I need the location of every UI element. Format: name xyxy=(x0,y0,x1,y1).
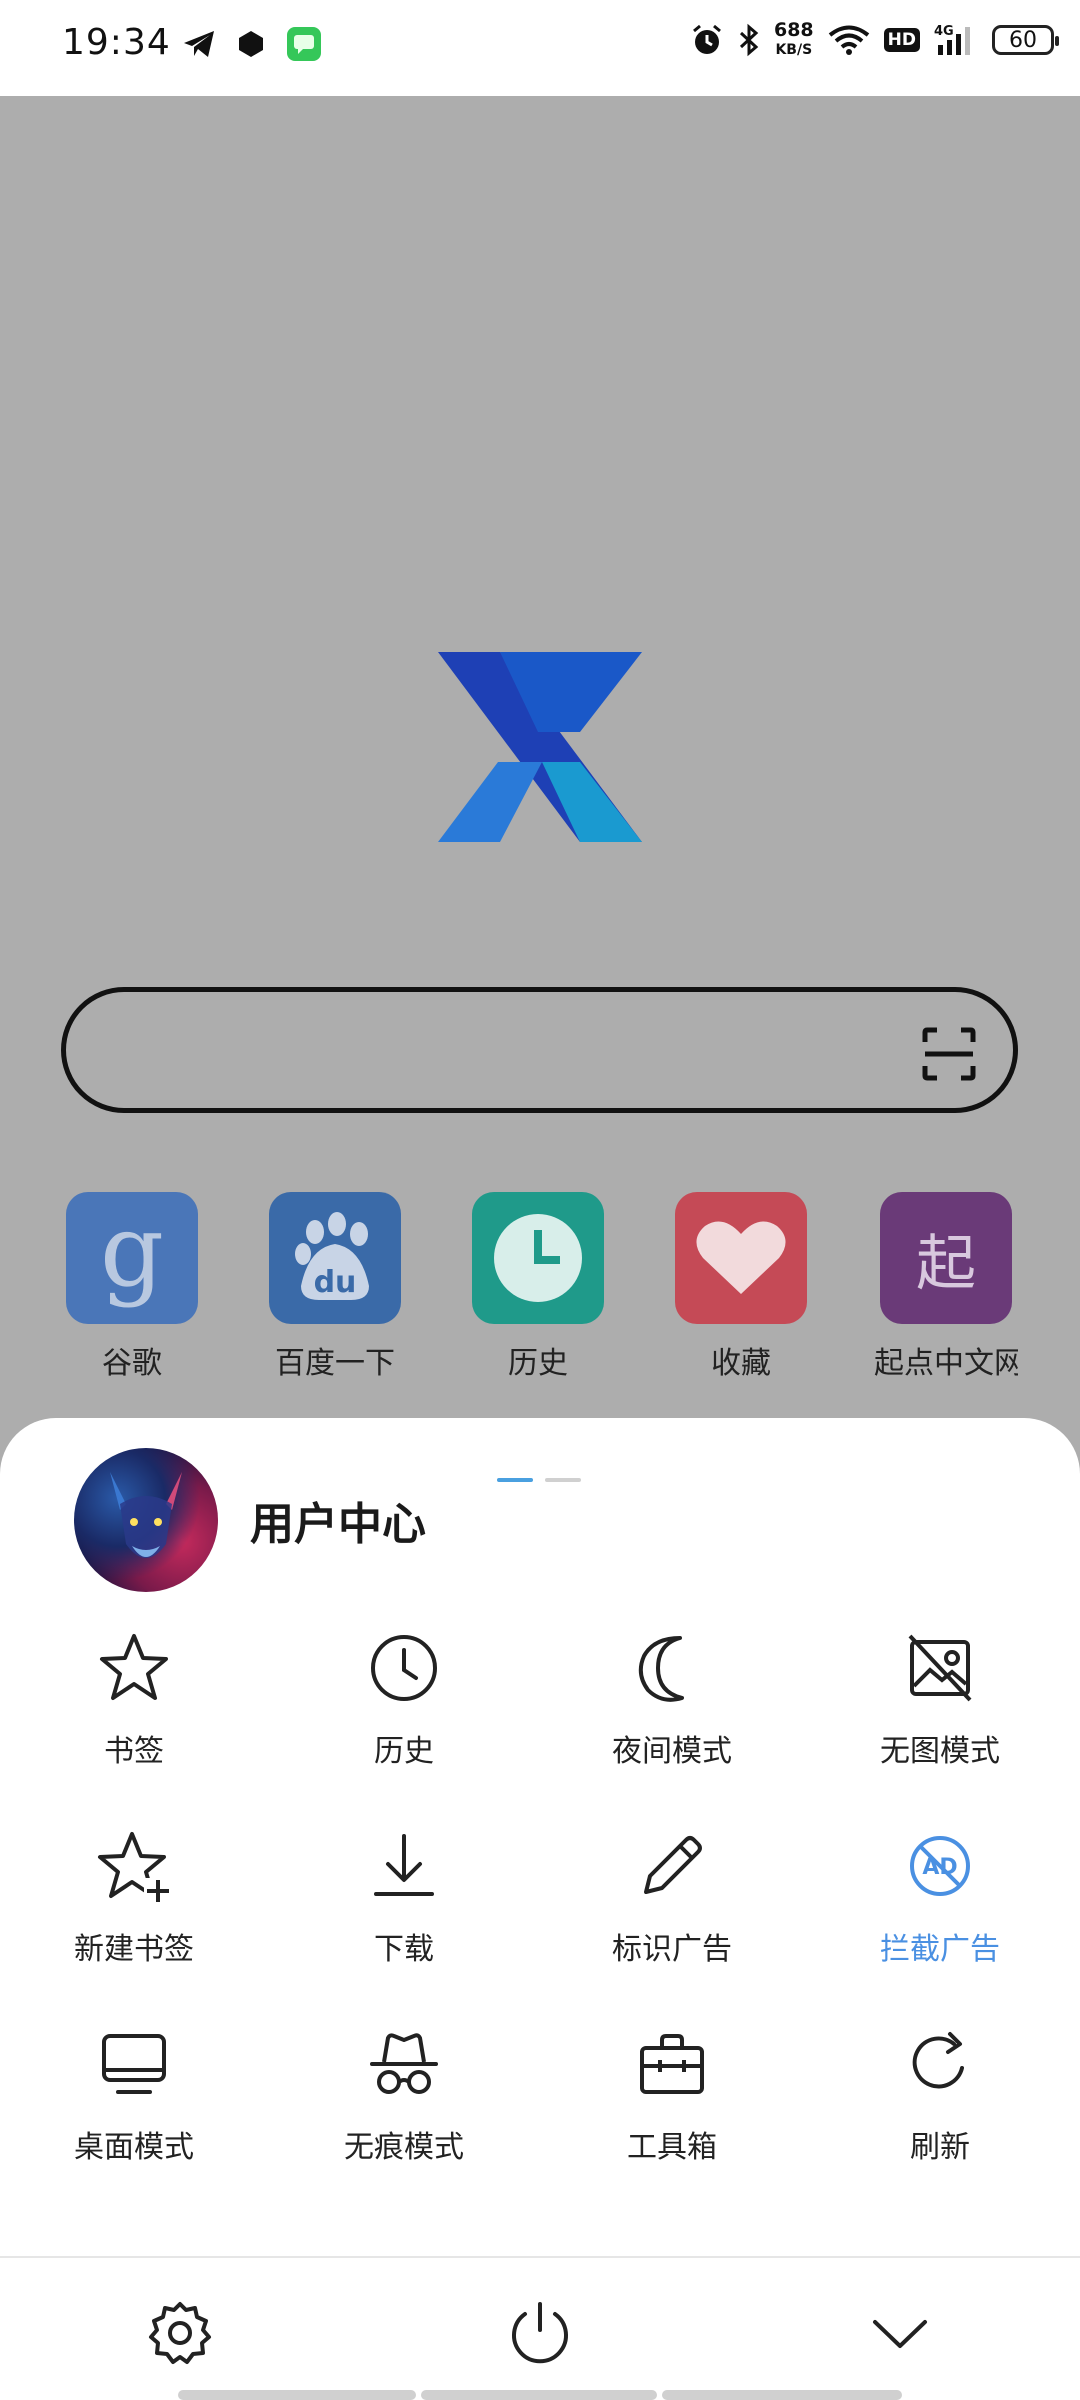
gesture-bar-segment xyxy=(178,2390,416,2400)
shortcut-label: 谷歌 xyxy=(102,1346,162,1381)
clock-icon xyxy=(472,1192,604,1324)
bluetooth-icon xyxy=(739,23,759,57)
chevron-down-icon[interactable] xyxy=(865,2298,935,2368)
telegram-icon xyxy=(184,31,214,57)
shortcut-label: 历史 xyxy=(508,1346,568,1381)
network-speed: 688 KB/S xyxy=(774,20,814,60)
status-bar: 19:34 688 KB/S HD 4G 60 xyxy=(0,0,1080,96)
download-icon xyxy=(374,1834,434,1896)
baidu-paw-icon: du xyxy=(269,1192,401,1324)
svg-text:4G: 4G xyxy=(934,24,954,39)
incognito-icon xyxy=(370,2033,438,2094)
shortcut-history[interactable]: 历史 xyxy=(468,1192,608,1382)
scan-icon[interactable] xyxy=(921,1026,977,1082)
menu-download[interactable]: 下载 xyxy=(270,1826,538,1968)
shortcut-favorites[interactable]: 收藏 xyxy=(671,1192,811,1382)
user-center-title[interactable]: 用户中心 xyxy=(250,1488,426,1552)
google-icon: g xyxy=(66,1192,198,1324)
status-left-icons xyxy=(182,26,322,62)
status-right-icons: 688 KB/S HD 4G 60 xyxy=(690,20,1059,60)
power-icon[interactable] xyxy=(505,2298,575,2368)
menu-label: 刷新 xyxy=(910,2130,970,2165)
shortcut-label: 百度一下 xyxy=(275,1346,395,1381)
qidian-logo-icon: 起 xyxy=(880,1192,1012,1324)
heart-icon xyxy=(675,1192,807,1324)
hd-voice-badge: HD xyxy=(883,28,920,52)
cellular-signal-icon: 4G xyxy=(934,24,970,55)
menu-no-image-mode[interactable]: 无图模式 xyxy=(806,1628,1074,1770)
menu-label: 书签 xyxy=(104,1734,164,1769)
no-image-icon xyxy=(908,1634,972,1702)
search-input[interactable] xyxy=(61,987,1018,1113)
shortcut-google[interactable]: g 谷歌 xyxy=(62,1192,202,1382)
shortcut-label: 收藏 xyxy=(711,1346,771,1381)
wolf-avatar-icon xyxy=(110,1472,182,1558)
browser-logo-icon xyxy=(438,652,642,842)
menu-label: 新建书签 xyxy=(74,1932,194,1967)
shortcut-baidu[interactable]: du 百度一下 xyxy=(265,1192,405,1382)
hexagon-app-icon xyxy=(239,31,263,57)
menu-refresh[interactable]: 刷新 xyxy=(806,2024,1074,2166)
menu-night-mode[interactable]: 夜间模式 xyxy=(538,1628,806,1770)
toolbox-icon xyxy=(640,2034,704,2094)
menu-history[interactable]: 历史 xyxy=(270,1628,538,1770)
menu-label: 桌面模式 xyxy=(74,2130,194,2165)
clock-icon xyxy=(371,1635,437,1701)
menu-toolbox[interactable]: 工具箱 xyxy=(538,2024,806,2166)
network-speed-unit: KB/S xyxy=(775,42,813,58)
gesture-bar-segment xyxy=(662,2390,902,2400)
desktop-icon xyxy=(102,2034,166,2094)
menu-label: 夜间模式 xyxy=(612,1734,732,1769)
menu-desktop-mode[interactable]: 桌面模式 xyxy=(0,2024,268,2166)
battery-level: 60 xyxy=(1009,27,1037,53)
menu-label: 无痕模式 xyxy=(344,2130,464,2165)
bottom-toolbar xyxy=(0,2256,1080,2400)
svg-text:du: du xyxy=(314,1265,357,1300)
wifi-icon xyxy=(828,25,869,55)
menu-label: 工具箱 xyxy=(627,2130,717,2165)
page-indicator-active xyxy=(497,1478,533,1482)
refresh-icon xyxy=(912,2032,964,2089)
page-indicator-inactive xyxy=(545,1478,581,1482)
menu-new-bookmark[interactable]: 新建书签 xyxy=(0,1826,268,1968)
messages-app-icon xyxy=(287,27,321,61)
star-icon xyxy=(100,1634,168,1700)
gesture-bar-segment xyxy=(421,2390,657,2400)
network-speed-value: 688 xyxy=(773,19,814,41)
menu-label: 无图模式 xyxy=(880,1734,1000,1769)
battery-indicator: 60 xyxy=(992,25,1059,55)
moon-icon xyxy=(638,1636,684,1702)
shortcut-label: 起点中文网 xyxy=(874,1346,1018,1381)
pencil-icon xyxy=(644,1836,702,1894)
ad-block-icon: AD xyxy=(910,1836,970,1896)
alarm-icon xyxy=(693,24,721,54)
menu-block-ads[interactable]: AD 拦截广告 xyxy=(806,1826,1074,1968)
menu-sheet: 用户中心 书签 历史 夜间模式 无图模式 新建书签 下载 标识广告 拦截广告 桌… xyxy=(0,1418,1080,2400)
qidian-glyph: 起 xyxy=(916,1228,976,1299)
status-time: 19:34 xyxy=(62,22,171,63)
shortcut-row: g 谷歌 du 百度一下 历史 收藏 起 起点中文网 xyxy=(0,1192,1080,1392)
menu-bookmarks[interactable]: 书签 xyxy=(0,1628,268,1770)
star-plus-icon xyxy=(98,1832,172,1906)
menu-label: 拦截广告 xyxy=(880,1932,1000,1967)
shortcut-qidian[interactable]: 起 起点中文网 xyxy=(874,1192,1018,1382)
menu-label: 标识广告 xyxy=(612,1932,732,1967)
menu-incognito-mode[interactable]: 无痕模式 xyxy=(270,2024,538,2166)
menu-label: 下载 xyxy=(374,1932,434,1967)
settings-icon[interactable] xyxy=(145,2298,215,2368)
avatar[interactable] xyxy=(74,1448,218,1592)
menu-label: 历史 xyxy=(374,1734,434,1769)
menu-mark-ads[interactable]: 标识广告 xyxy=(538,1826,806,1968)
